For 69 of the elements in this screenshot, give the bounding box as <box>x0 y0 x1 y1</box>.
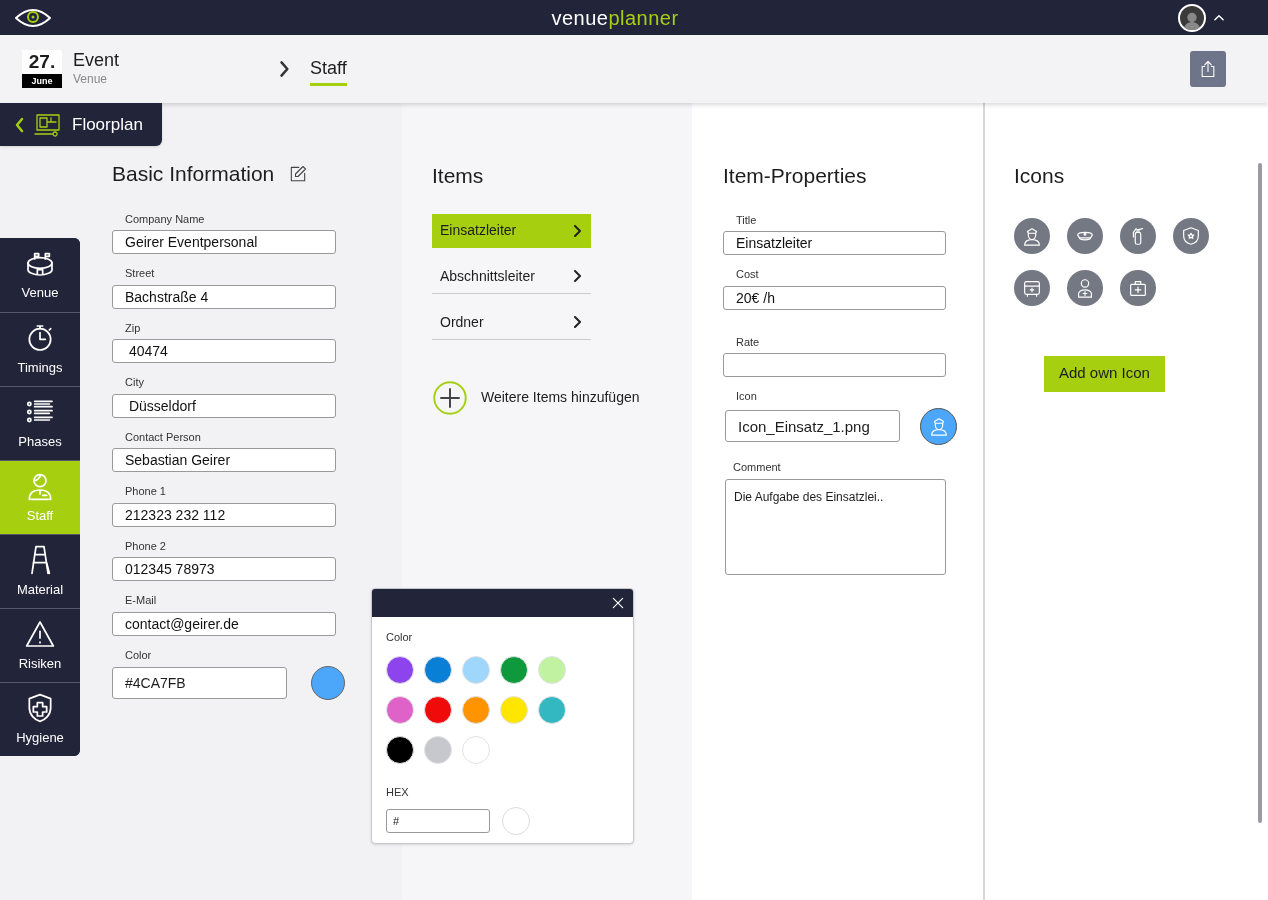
field-label: Comment <box>733 459 782 475</box>
field-label: Color <box>386 630 414 645</box>
chevron-right-icon <box>573 316 583 328</box>
chevron-right-icon <box>573 270 583 282</box>
text-field[interactable] <box>723 353 946 377</box>
text-field[interactable]: 40474 <box>112 339 336 363</box>
floorplan-icon <box>33 111 63 138</box>
event-subtitle: Venue <box>73 71 109 88</box>
field-label: City <box>125 375 145 390</box>
event-title: Event <box>73 50 121 70</box>
color-field[interactable]: #4CA7FB <box>112 667 287 699</box>
field-label: Contact Person <box>125 429 202 445</box>
comment-field[interactable]: Die Aufgabe des Einsatzlei.. <box>725 479 946 575</box>
item-list-entry[interactable]: Abschnittsleiter <box>432 259 591 294</box>
user-avatar[interactable] <box>1178 3 1206 32</box>
color-swatch[interactable] <box>311 666 345 700</box>
text-field[interactable]: Geirer Eventpersonal <box>112 230 336 254</box>
close-icon <box>611 596 625 610</box>
icon-file-field[interactable]: Icon_Einsatz_1.png <box>725 410 900 442</box>
add-icon-button[interactable]: Add own Icon <box>1044 355 1165 392</box>
section-title: Items <box>432 163 485 189</box>
calendar-date: 27. June <box>22 50 62 88</box>
brand-logo: venueplanner <box>551 5 679 31</box>
icon-option[interactable] <box>1014 217 1050 254</box>
chevron-left-icon <box>14 116 24 133</box>
breadcrumb-tab[interactable]: Staff <box>310 54 347 86</box>
close-button[interactable] <box>611 596 625 610</box>
text-field[interactable]: 012345 78973 <box>112 557 336 581</box>
text-field[interactable]: Sebastian Geirer <box>112 448 336 472</box>
icon-option[interactable] <box>1067 269 1103 306</box>
field-label: Cost <box>736 267 760 282</box>
add-item-button[interactable]: Weitere Items hinzufügen <box>432 379 640 416</box>
item-list-entry[interactable]: Einsatzleiter <box>432 213 591 248</box>
text-field[interactable]: 20€ /h <box>723 285 946 310</box>
text-field[interactable]: Einsatzleiter <box>723 231 946 255</box>
icon-option[interactable] <box>1173 217 1209 254</box>
chevron-right-icon <box>573 224 583 237</box>
section-title: Item-Properties <box>723 163 868 189</box>
text-field[interactable]: Bachstraße 4 <box>112 284 336 309</box>
field-label: Phone 1 <box>125 484 167 499</box>
field-label: HEX <box>386 784 410 800</box>
nav-tab[interactable]: Hygiene <box>0 682 80 756</box>
field-label: Company Name <box>125 211 206 227</box>
field-label: Phone 2 <box>125 538 167 554</box>
icon-option[interactable] <box>1014 269 1050 306</box>
edit-icon <box>288 163 309 184</box>
field-label: Rate <box>736 334 761 350</box>
floorplan-tab[interactable]: Floorplan <box>0 103 162 146</box>
section-title: Basic Information <box>112 161 275 187</box>
field-label: Icon <box>736 389 758 404</box>
section-title: Icons <box>1014 163 1066 189</box>
plus-circle-icon <box>432 379 468 416</box>
text-field[interactable]: Düsseldorf <box>112 393 336 418</box>
icon-option[interactable] <box>1067 217 1103 254</box>
field-label: Street <box>125 266 156 281</box>
scrollbar[interactable] <box>1258 163 1262 823</box>
icon-option[interactable] <box>1120 269 1156 306</box>
badge-icon <box>1180 224 1202 247</box>
icon-option[interactable] <box>1120 217 1156 254</box>
field-label: Title <box>736 212 758 228</box>
share-button[interactable] <box>1190 51 1226 87</box>
field-label: Zip <box>125 320 142 336</box>
text-field[interactable]: contact@geirer.de <box>112 611 336 636</box>
color-preview <box>502 807 530 835</box>
hex-field[interactable]: # <box>386 809 490 833</box>
text-field[interactable]: 212323 232 112 <box>112 502 336 527</box>
field-label: Color <box>125 647 153 663</box>
field-label: E-Mail <box>125 593 158 608</box>
item-list-entry[interactable]: Ordner <box>432 305 591 340</box>
